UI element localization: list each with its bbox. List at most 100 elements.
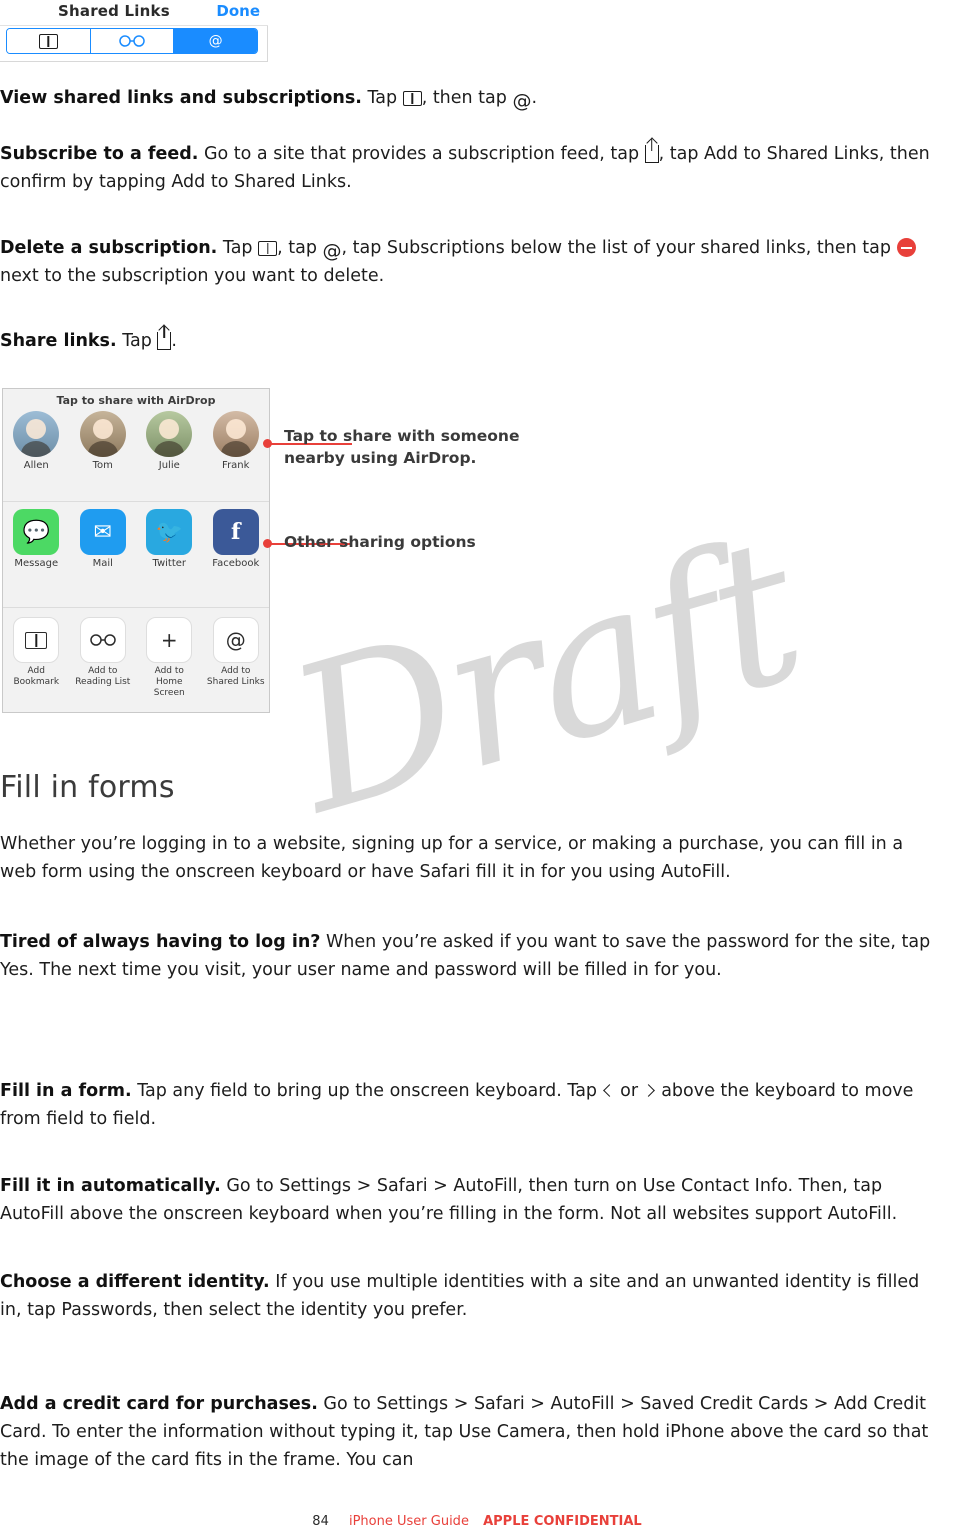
lead-fill-in-form: Fill in a form.: [0, 1081, 132, 1101]
lead-tired-log-in: Tired of always having to log in?: [0, 932, 321, 952]
text-1: Tap: [116, 331, 158, 351]
app-label: Message: [14, 558, 59, 569]
person-name: Frank: [222, 460, 250, 471]
twitter-icon: 🐦: [146, 509, 193, 555]
airdrop-person[interactable]: Tom: [73, 411, 133, 471]
document-page: Shared Links Done @ View shared links an…: [0, 0, 954, 1537]
divider: [3, 607, 269, 608]
avatar: [146, 411, 193, 457]
text-3: .: [531, 88, 538, 108]
footer-guide-title: iPhone User Guide: [348, 1514, 469, 1529]
tab-bookmarks[interactable]: [7, 29, 91, 53]
page-footer: 84 iPhone User Guide APPLE CONFIDENTIAL: [0, 1514, 954, 1529]
action-label-line2: Reading List: [75, 677, 131, 687]
page-section-heading: Fill in forms: [0, 770, 175, 805]
page-number: 84: [312, 1514, 329, 1529]
safari-bookmarks-tabs: @: [6, 28, 258, 54]
share-icon: [157, 332, 172, 350]
app-label: Mail: [92, 558, 113, 569]
text-2: or: [614, 1081, 644, 1101]
airdrop-person[interactable]: Allen: [6, 411, 66, 471]
divider: [3, 501, 269, 502]
lead-subscribe: Subscribe to a feed.: [0, 144, 199, 164]
person-name: Allen: [23, 460, 49, 471]
share-app-facebook[interactable]: f Facebook: [206, 509, 266, 569]
message-icon: 💬: [13, 509, 60, 555]
facebook-icon: f: [212, 509, 259, 555]
share-app-mail[interactable]: ✉ Mail: [73, 509, 133, 569]
text-3: , tap Subscriptions below the list of yo…: [341, 238, 897, 258]
intro-text: Whether you’re logging in to a website, …: [0, 834, 904, 882]
text-4: next to the subscription you want to del…: [0, 266, 385, 286]
text-1: Go to a site that provides a subscriptio…: [198, 144, 645, 164]
tab-reading-list[interactable]: [90, 29, 175, 53]
callout-airdrop: Tap to share with someone nearby using A…: [284, 427, 520, 467]
paragraph-tired-of-log-in: Tired of always having to log in? When y…: [0, 928, 944, 984]
paragraph-fill-automatically: Fill it in automatically. Go to Settings…: [0, 1172, 944, 1228]
paragraph-fill-in-a-form: Fill in a form. Tap any field to bring u…: [0, 1077, 944, 1133]
airdrop-people-row: Allen Tom Julie Frank: [3, 411, 269, 471]
action-add-shared-links[interactable]: @ Add to Shared Links: [206, 617, 266, 699]
paragraph-view-shared-links: View shared links and subscriptions. Tap…: [0, 84, 944, 112]
paragraph-share-links: Share links. Tap .: [0, 327, 944, 355]
shared-links-titlebar: Shared Links Done: [0, 0, 268, 26]
share-apps-row: 💬 Message ✉ Mail 🐦 Twitter f Facebook: [3, 509, 269, 569]
lead-choose-identity: Choose a different identity.: [0, 1272, 270, 1292]
text-1: Tap: [361, 88, 403, 108]
share-app-message[interactable]: 💬 Message: [6, 509, 66, 569]
airdrop-person[interactable]: Julie: [139, 411, 199, 471]
shared-links-screenshot: Shared Links Done @: [0, 0, 268, 62]
tab-shared-links[interactable]: @: [174, 29, 257, 53]
shared-links-title: Shared Links: [58, 2, 170, 20]
paragraph-choose-identity: Choose a different identity. If you use …: [0, 1268, 944, 1324]
paragraph-delete-subscription: Delete a subscription. Tap , tap @, tap …: [0, 234, 944, 290]
paragraph-add-credit-card: Add a credit card for purchases. Go to S…: [0, 1390, 944, 1474]
app-label: Facebook: [212, 558, 260, 569]
action-label-line1: Add to: [88, 666, 118, 676]
done-button[interactable]: Done: [216, 2, 260, 20]
action-label-line1: Add: [27, 666, 45, 676]
book-icon: [402, 91, 422, 106]
lead-delete-subscription: Delete a subscription.: [0, 238, 218, 258]
person-name: Tom: [92, 460, 113, 471]
at-icon: @: [322, 240, 342, 262]
share-sheet-figure: Tap to share with AirDrop Allen Tom Juli…: [2, 388, 270, 713]
book-icon: [38, 33, 58, 49]
lead-add-credit-card: Add a credit card for purchases.: [0, 1394, 318, 1414]
action-add-reading-list[interactable]: Add to Reading List: [73, 617, 133, 699]
mail-icon: ✉: [79, 509, 126, 555]
action-label-line1: Add to: [154, 666, 184, 676]
action-label-line2: Shared Links: [206, 677, 265, 687]
at-icon: @: [212, 617, 259, 663]
text-1: Tap any field to bring up the onscreen k…: [131, 1081, 603, 1101]
avatar: [79, 411, 126, 457]
share-app-twitter[interactable]: 🐦 Twitter: [139, 509, 199, 569]
chevron-left-icon: [603, 1083, 615, 1099]
airdrop-person[interactable]: Frank: [206, 411, 266, 471]
action-label-line1: Add to: [221, 666, 251, 676]
at-icon: @: [208, 33, 223, 49]
app-label: Twitter: [152, 558, 186, 569]
book-icon: [258, 241, 278, 256]
callout-other-sharing: Other sharing options: [284, 533, 476, 551]
text-2: , then tap: [421, 88, 513, 108]
text-2: .: [171, 331, 177, 351]
glasses-icon: [119, 35, 145, 47]
action-add-home-screen[interactable]: + Add to Home Screen: [139, 617, 199, 699]
plus-icon: +: [146, 617, 193, 663]
paragraph-subscribe-to-feed: Subscribe to a feed. Go to a site that p…: [0, 140, 944, 196]
lead-share-links: Share links.: [0, 331, 117, 351]
action-add-bookmark[interactable]: Add Bookmark: [6, 617, 66, 699]
share-icon: [644, 145, 659, 163]
lead-view-shared-links: View shared links and subscriptions.: [0, 88, 362, 108]
action-label-line2: Bookmark: [13, 677, 60, 687]
glasses-icon: [79, 617, 126, 663]
paragraph-fill-forms-intro: Whether you’re logging in to a website, …: [0, 830, 944, 886]
lead-fill-automatically: Fill it in automatically.: [0, 1176, 221, 1196]
avatar: [13, 411, 60, 457]
text-2: , tap: [277, 238, 323, 258]
delete-minus-icon: [896, 238, 916, 257]
at-icon: @: [512, 90, 532, 112]
avatar: [212, 411, 259, 457]
action-label-line2: Home Screen: [153, 677, 185, 698]
